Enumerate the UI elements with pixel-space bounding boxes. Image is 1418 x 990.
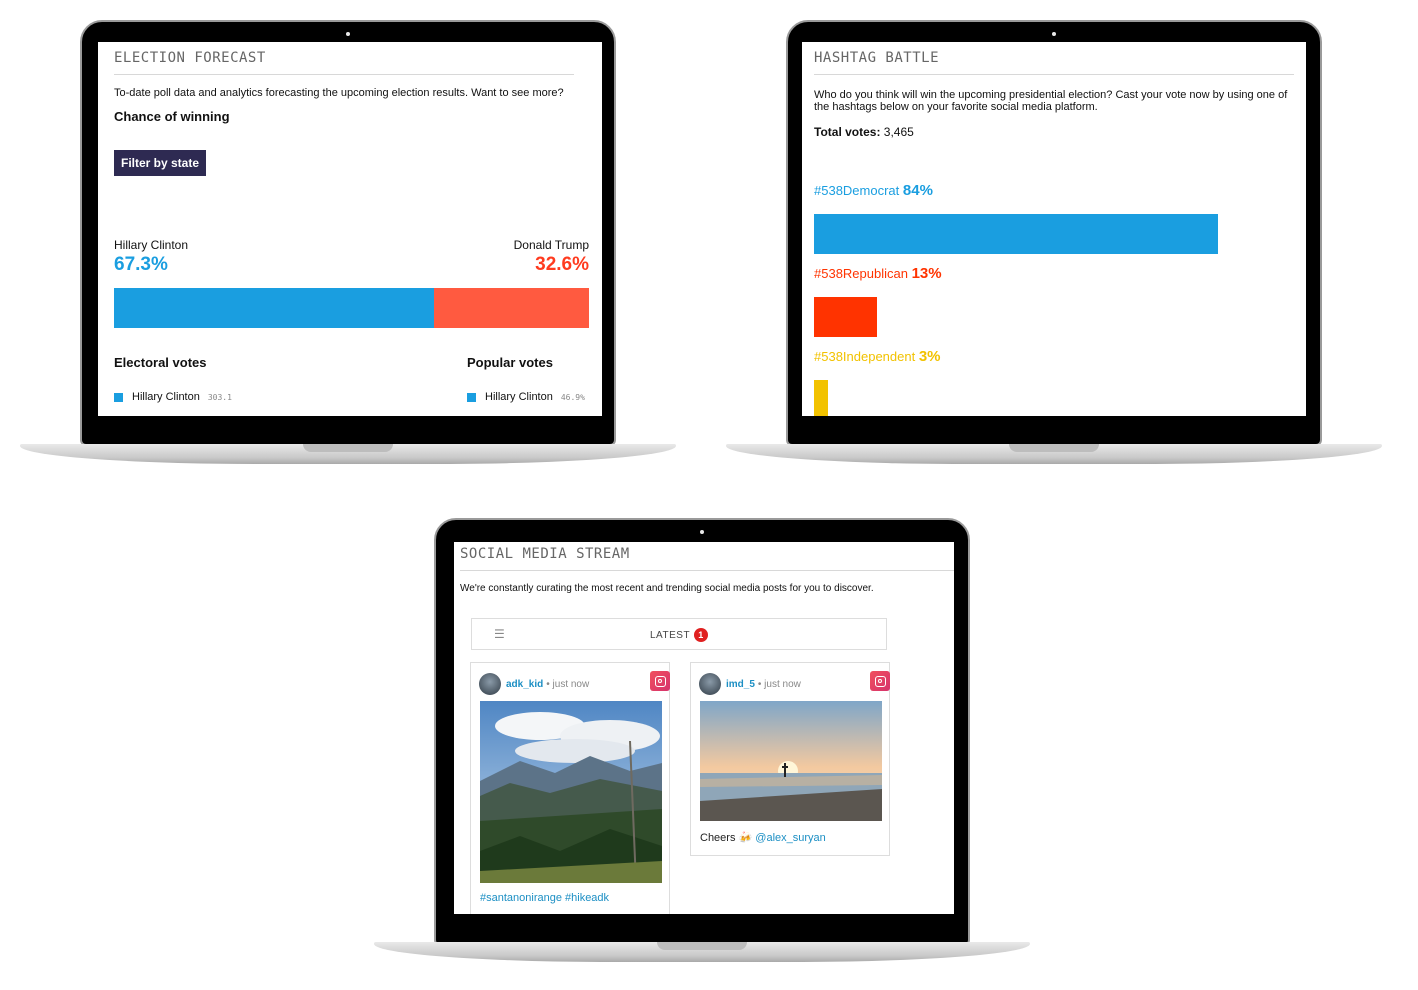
hashtag-bar [814,214,1218,254]
panel-title: HASHTAG BATTLE [814,50,1294,75]
hashtag-name[interactable]: #538Republican [814,266,908,281]
chance-bar-segment-0 [114,288,434,328]
popular-legend: Hillary Clinton 46.9% [467,391,585,403]
post-caption: Cheers 🍻 @alex_suryan [700,831,826,844]
candidate-clinton: Hillary Clinton 67.3% [114,238,188,276]
candidate-percent: 67.3% [114,254,168,275]
instagram-icon[interactable] [650,671,670,691]
sliders-icon[interactable]: ☰ [494,627,505,641]
hashtag-percent: 84% [902,182,933,199]
stream-filter-bar: ☰ LATEST 1 [471,618,887,650]
tab-label: LATEST [650,629,691,641]
avatar[interactable] [699,673,721,695]
tab-latest[interactable]: LATEST 1 [650,628,709,642]
total-votes-label: Total votes: [814,125,881,139]
hashtag-percent: 13% [911,265,942,282]
intro-text: Who do you think will win the upcoming p… [814,89,1288,113]
post-card[interactable]: adk_kid • just now #santanonirange #hike… [470,662,670,914]
hashtag-name[interactable]: #538Independent [814,349,915,364]
screen: HASHTAG BATTLE Who do you think will win… [802,42,1306,416]
total-votes-value: 3,465 [883,125,914,139]
laptop-base [20,444,676,464]
post-photo-mountains[interactable] [480,701,662,883]
popular-votes-heading: Popular votes [467,355,553,370]
candidate-percent: 32.6% [535,254,589,275]
camera-dot [1052,32,1056,36]
screen: ELECTION FORECAST To-date poll data and … [98,42,602,416]
chance-heading: Chance of winning [114,109,230,124]
avatar[interactable] [479,673,501,695]
hashtag-label: #538Independent 3% [814,348,941,365]
post-caption[interactable]: #santanonirange #hikeadk [480,891,609,906]
legend-swatch [114,392,123,402]
camera-dot [346,32,350,36]
laptop-notch [657,942,747,950]
hashtag-bar [814,297,877,337]
chance-of-winning-bar [114,288,589,328]
hashtag-percent: 3% [918,348,941,365]
hashtag-name[interactable]: #538Democrat [814,183,899,198]
hashtag-label: #538Republican 13% [814,265,942,282]
hashtag-bar [814,380,829,416]
legend-name: Hillary Clinton [132,391,200,403]
instagram-icon[interactable] [870,671,890,691]
post-username[interactable]: imd_5 [726,679,755,690]
intro-text: We're constantly curating the most recen… [460,583,874,594]
laptop-hashtag-battle: HASHTAG BATTLE Who do you think will win… [726,20,1382,470]
candidate-name: Donald Trump [513,238,589,252]
laptop-lid: HASHTAG BATTLE Who do you think will win… [786,20,1322,446]
filter-by-state-button[interactable]: Filter by state [114,150,207,176]
laptop-election-forecast: ELECTION FORECAST To-date poll data and … [20,20,676,470]
electoral-votes-heading: Electoral votes [114,355,207,370]
mention-link[interactable]: @alex_suryan [755,832,825,844]
legend-name: Hillary Clinton [485,391,553,403]
laptop-base [374,942,1030,962]
screen: SOCIAL MEDIA STREAM We're constantly cur… [454,542,954,914]
electoral-legend: Hillary Clinton 303.1 [114,391,232,403]
post-card[interactable]: imd_5 • just now Cheers 🍻 @alex_suryan [690,662,890,856]
chance-bar-segment-1 [434,288,589,328]
legend-value: 303.1 [207,392,232,402]
legend-value: 46.9% [560,392,585,402]
intro-text: To-date poll data and analytics forecast… [114,87,564,99]
hashtag-label: #538Democrat 84% [814,182,933,199]
post-time: • just now [757,678,801,690]
caption-text: Cheers 🍻 [700,832,756,844]
post-time: • just now [546,678,590,690]
laptop-lid: SOCIAL MEDIA STREAM We're constantly cur… [434,518,970,946]
candidate-trump: Donald Trump 32.6% [514,238,589,276]
laptop-notch [1009,444,1099,452]
total-votes: Total votes: 3,465 [814,125,1294,139]
notification-badge: 1 [694,628,709,642]
panel-title: ELECTION FORECAST [114,50,574,75]
panel-title: SOCIAL MEDIA STREAM [460,546,954,571]
post-header: adk_kid • just now [479,673,589,695]
candidate-name: Hillary Clinton [114,238,189,252]
camera-dot [700,530,704,534]
legend-swatch [467,392,476,402]
post-header: imd_5 • just now [699,673,801,695]
laptop-base [726,444,1382,464]
laptop-notch [303,444,393,452]
post-photo-sunset[interactable] [700,701,882,821]
laptop-lid: ELECTION FORECAST To-date poll data and … [80,20,616,446]
post-username[interactable]: adk_kid [506,679,543,690]
laptop-social-media-stream: SOCIAL MEDIA STREAM We're constantly cur… [374,518,1030,970]
